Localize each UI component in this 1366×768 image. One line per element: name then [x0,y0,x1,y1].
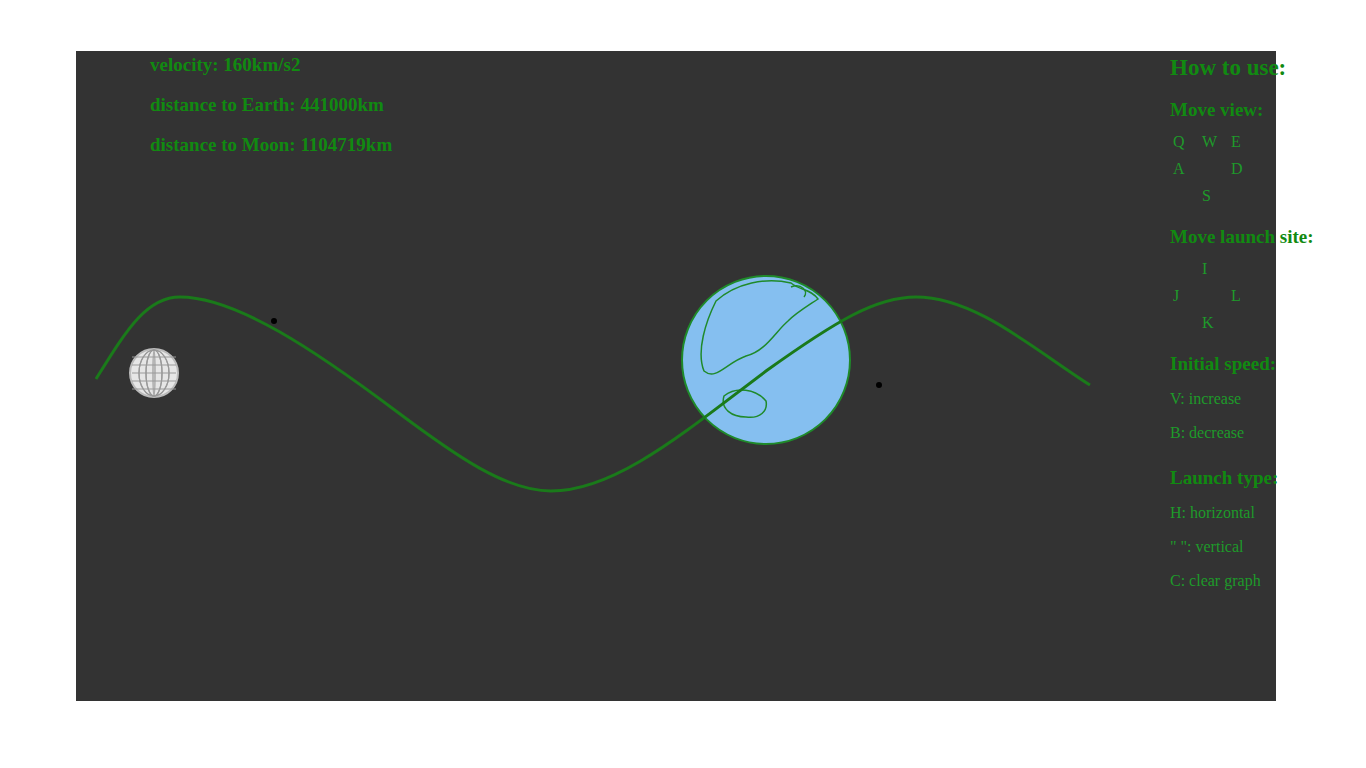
help-lines: H: horizontal" ": verticalC: clear graph [1170,496,1340,598]
key-label [1202,282,1231,309]
key-label: D [1231,155,1260,182]
page: velocity: 160km/s2 distance to Earth: 441… [8,8,1358,701]
key-label [1173,182,1202,209]
help-line: B: decrease [1170,416,1340,450]
stat-line: distance to Earth: 441000km [150,93,392,116]
key-label: A [1173,155,1202,182]
key-label: K [1202,309,1231,336]
key-grid: IJ LK [1170,255,1340,336]
key-label [1202,155,1231,182]
trajectory-line [96,297,1090,491]
help-line: V: increase [1170,382,1340,416]
key-label [1173,255,1202,282]
help-line: C: clear graph [1170,564,1340,598]
help-lines: V: increaseB: decrease [1170,382,1340,450]
key-grid: QWE A DS [1170,128,1340,209]
key-label: S [1202,182,1231,209]
launch-site-dot[interactable] [271,318,277,324]
section-heading: Launch type: [1170,466,1340,490]
moon-icon [130,349,178,397]
earth-icon [682,276,850,444]
key-label: I [1202,255,1231,282]
help-section: Initial speed: V: increaseB: decrease [1170,336,1340,450]
help-section: Launch type: H: horizontal" ": verticalC:… [1170,450,1340,598]
help-section: Move launch site: IJ LK [1170,209,1340,336]
help-panel: How to use:Move view:QWEADSMove launch s… [1170,51,1340,598]
key-label: Q [1173,128,1202,155]
key-label [1173,309,1202,336]
help-section: Move view: QWE A DS [1170,82,1340,209]
rocket-dot [876,382,882,388]
key-label: J [1173,282,1202,309]
stats-panel: velocity: 160km/s2 distance to Earth: 441… [150,51,392,156]
section-heading: Initial speed: [1170,352,1340,376]
simulation-canvas[interactable]: velocity: 160km/s2 distance to Earth: 441… [76,51,1276,701]
key-label: L [1231,282,1260,309]
help-line: " ": vertical [1170,530,1340,564]
help-title: How to use: [1170,51,1340,82]
help-line: H: horizontal [1170,496,1340,530]
section-heading: Move launch site: [1170,225,1340,249]
stat-line: distance to Moon: 1104719km [150,133,392,156]
key-label: E [1231,128,1260,155]
key-label: W [1202,128,1231,155]
stat-line: velocity: 160km/s2 [150,53,392,76]
section-heading: Move view: [1170,98,1340,122]
